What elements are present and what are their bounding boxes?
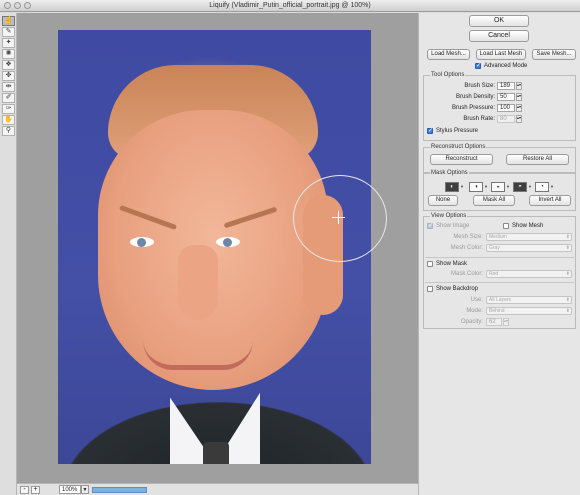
add-to-selection-icon[interactable]: ◑ bbox=[469, 182, 483, 192]
crosshair-icon bbox=[332, 211, 345, 224]
opacity-stepper[interactable]: ▴▾ bbox=[503, 318, 509, 326]
zoom-in-button[interactable]: + bbox=[31, 486, 40, 494]
close-window-button[interactable] bbox=[4, 2, 11, 9]
mask-none-button[interactable]: None bbox=[428, 195, 458, 206]
minimize-window-button[interactable] bbox=[14, 2, 21, 9]
brush-rate-input[interactable]: 80 bbox=[497, 115, 515, 123]
show-mesh-checkbox[interactable] bbox=[503, 223, 509, 229]
twirl-tool-icon[interactable]: ✺ bbox=[2, 49, 15, 59]
brush-pressure-input[interactable]: 100 bbox=[497, 104, 515, 112]
zoom-out-button[interactable]: - bbox=[20, 486, 29, 494]
nose-shape bbox=[178, 245, 218, 320]
stylus-pressure-label: Stylus Pressure bbox=[436, 128, 479, 134]
view-options-title: View Options bbox=[430, 213, 468, 219]
chevron-down-icon[interactable]: ▼ bbox=[528, 184, 532, 189]
opacity-label: Opacity: bbox=[460, 319, 483, 325]
advanced-mode-checkbox[interactable] bbox=[475, 62, 481, 69]
chevron-down-icon[interactable]: ▼ bbox=[506, 184, 510, 189]
brush-size-input[interactable]: 189 bbox=[497, 82, 515, 90]
restore-all-button[interactable]: Restore All bbox=[506, 154, 569, 165]
reconstruct-button[interactable]: Reconstruct bbox=[430, 154, 493, 165]
reconstruct-tool-icon[interactable]: ✎ bbox=[2, 27, 15, 37]
replace-selection-icon[interactable]: ◐ bbox=[445, 182, 459, 192]
zoom-tool-icon[interactable]: ⚲ bbox=[2, 126, 15, 136]
zoom-window-button[interactable] bbox=[24, 2, 31, 9]
thaw-mask-tool-icon[interactable]: ✑ bbox=[2, 104, 15, 114]
intersect-selection-icon[interactable]: ◓ bbox=[513, 182, 527, 192]
brush-density-input[interactable]: 50 bbox=[497, 93, 515, 101]
show-mask-checkbox[interactable] bbox=[427, 261, 433, 267]
subtract-from-selection-icon[interactable]: ◒ bbox=[491, 182, 505, 192]
save-mesh-button[interactable]: Save Mesh... bbox=[532, 49, 576, 60]
chevron-down-icon[interactable]: ▼ bbox=[550, 184, 554, 189]
pucker-tool-icon[interactable]: ❖ bbox=[2, 60, 15, 70]
show-image-label: Show Image bbox=[436, 223, 470, 229]
options-panel: OK Cancel Load Mesh... Load Last Mesh Sa… bbox=[418, 13, 580, 495]
divider bbox=[425, 257, 574, 258]
mode-select[interactable]: Behind bbox=[486, 307, 572, 315]
mesh-color-label: Mesh Color: bbox=[450, 245, 483, 251]
tools-panel: ☝ ✎ ✦ ✺ ❖ ✥ ⇹ ✐ ✑ ✋ ⚲ bbox=[0, 13, 17, 495]
mask-options-title: Mask Options bbox=[430, 170, 469, 176]
mask-color-select[interactable]: Red bbox=[486, 270, 572, 278]
invert-selection-icon[interactable]: ◔ bbox=[535, 182, 549, 192]
mesh-color-select[interactable]: Gray bbox=[486, 244, 572, 252]
cancel-button[interactable]: Cancel bbox=[469, 30, 529, 42]
load-last-mesh-button[interactable]: Load Last Mesh bbox=[476, 49, 526, 60]
mask-options-title-text: Mask Options bbox=[431, 170, 468, 176]
forward-warp-tool-icon[interactable]: ☝ bbox=[2, 16, 15, 26]
use-label: Use: bbox=[470, 297, 483, 303]
chevron-down-icon[interactable]: ▼ bbox=[460, 184, 464, 189]
divider bbox=[425, 282, 574, 283]
stylus-pressure-checkbox[interactable] bbox=[427, 127, 433, 134]
mask-all-button[interactable]: Mask All bbox=[473, 195, 515, 206]
chevron-down-icon[interactable]: ▼ bbox=[484, 184, 488, 189]
window-title: Liquify (Vladimir_Putin_official_portrai… bbox=[209, 2, 371, 9]
load-mesh-button[interactable]: Load Mesh... bbox=[427, 49, 470, 60]
mode-label: Mode: bbox=[466, 308, 483, 314]
zoom-level-field[interactable]: 100% bbox=[59, 485, 81, 494]
left-eye-shape bbox=[130, 237, 154, 247]
advanced-mode-label: Advanced Mode bbox=[484, 63, 528, 69]
brush-pressure-stepper[interactable]: ▴▾ bbox=[516, 104, 522, 112]
show-backdrop-label: Show Backdrop bbox=[436, 286, 479, 292]
brush-pressure-label: Brush Pressure: bbox=[451, 105, 495, 111]
freeze-mask-tool-icon[interactable]: ✐ bbox=[2, 93, 15, 103]
window-titlebar: Liquify (Vladimir_Putin_official_portrai… bbox=[0, 0, 580, 12]
opacity-input[interactable]: 62 bbox=[486, 318, 502, 326]
bloat-tool-icon[interactable]: ✥ bbox=[2, 71, 15, 81]
reconstruct-options-title: Reconstruct Options bbox=[430, 144, 487, 150]
show-mask-label: Show Mask bbox=[436, 261, 468, 267]
mesh-size-select[interactable]: Medium bbox=[486, 233, 572, 241]
show-image-checkbox[interactable] bbox=[427, 222, 433, 229]
invert-all-button[interactable]: Invert All bbox=[529, 195, 571, 206]
ok-button[interactable]: OK bbox=[469, 15, 529, 27]
preview-canvas[interactable] bbox=[17, 13, 418, 483]
tie-shape bbox=[203, 442, 229, 464]
brush-rate-stepper[interactable]: ▴▾ bbox=[516, 115, 522, 123]
brush-size-label: Brush Size: bbox=[464, 83, 495, 89]
smooth-tool-icon[interactable]: ✦ bbox=[2, 38, 15, 48]
brush-size-stepper[interactable]: ▴▾ bbox=[516, 82, 522, 90]
brush-rate-label: Brush Rate: bbox=[463, 116, 495, 122]
status-bar: - + 100% ▼ bbox=[17, 483, 418, 495]
right-eye-shape bbox=[216, 237, 240, 247]
brush-density-label: Brush Density: bbox=[455, 94, 495, 100]
progress-bar bbox=[92, 487, 147, 493]
brush-density-stepper[interactable]: ▴▾ bbox=[516, 93, 522, 101]
chevron-down-icon[interactable]: ▼ bbox=[81, 485, 89, 494]
hand-tool-icon[interactable]: ✋ bbox=[2, 115, 15, 125]
mask-color-label: Mask Color: bbox=[450, 271, 483, 277]
push-left-tool-icon[interactable]: ⇹ bbox=[2, 82, 15, 92]
mesh-size-label: Mesh Size: bbox=[453, 234, 483, 240]
show-mesh-label: Show Mesh bbox=[512, 223, 544, 229]
tool-options-title: Tool Options bbox=[430, 72, 466, 78]
use-select[interactable]: All Layers bbox=[486, 296, 572, 304]
show-backdrop-checkbox[interactable] bbox=[427, 286, 433, 292]
